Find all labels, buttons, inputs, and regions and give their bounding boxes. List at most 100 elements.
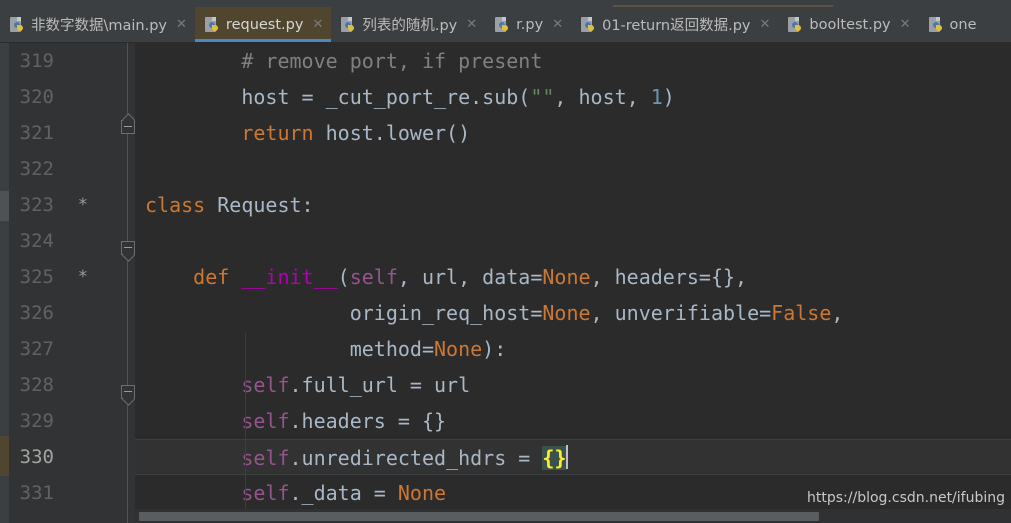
stripe-button-favorites[interactable] [0, 436, 9, 476]
line-number: 325 [19, 266, 54, 288]
code-editor[interactable]: 319 320 321 322 323 * 324 325 * 326 327 32… [0, 43, 1011, 523]
code-token-none: None [397, 481, 447, 505]
fold-marker-def-327[interactable] [121, 385, 135, 399]
fold-marker-end-321[interactable] [121, 120, 135, 134]
code-token: Request: [205, 193, 314, 217]
tab-label: request.py [225, 16, 304, 33]
line-number: 319 [19, 50, 54, 72]
close-icon[interactable]: ✕ [900, 18, 911, 31]
line-number: 331 [19, 482, 54, 504]
code-line-319: # remove port, if present [135, 43, 1011, 79]
tab-main-py[interactable]: 非数字数据\main.py ✕ [0, 7, 195, 42]
tab-request-py[interactable]: request.py ✕ [194, 7, 332, 42]
code-token: .full_url = url [289, 373, 471, 397]
code-line-328: self.full_url = url [135, 367, 1011, 403]
code-line-327: method=None): [135, 331, 1011, 367]
code-token-keyword: return [241, 121, 314, 145]
code-line-330-current: self.unredirected_hdrs = {} [135, 439, 1011, 475]
line-numbers: 319 320 321 322 323 * 324 325 * 326 327 32… [9, 43, 135, 511]
code-token-self: self [241, 373, 290, 397]
code-token-none: None [542, 265, 591, 289]
code-token: , unverifiable= [590, 301, 772, 325]
code-token-none: None [542, 301, 591, 325]
tab-label: booltest.py [809, 16, 891, 33]
code-token: ._data = [289, 481, 398, 505]
fold-marker-class-323[interactable] [121, 241, 135, 255]
close-icon[interactable]: ✕ [552, 18, 563, 31]
code-content[interactable]: # remove port, if present host = _cut_po… [135, 43, 1011, 523]
line-number: 321 [19, 122, 54, 144]
tab-row-above-sliver [0, 0, 1011, 7]
code-token-keyword: class [145, 193, 206, 217]
indent-guide [245, 333, 246, 523]
python-file-icon [581, 16, 596, 33]
line-number: 327 [19, 338, 54, 360]
close-icon[interactable]: ✕ [176, 18, 187, 31]
line-row: 322 [9, 151, 135, 187]
code-token-self: self [349, 265, 398, 289]
line-row: 328 [9, 367, 135, 403]
code-token: host.lower() [313, 121, 471, 145]
code-token-comment: # remove port, if present [145, 49, 543, 73]
tab-label: 01-return返回数据.py [602, 18, 751, 34]
code-line-323: class Request: [135, 187, 1011, 223]
code-token-string: "" [530, 85, 555, 109]
python-file-icon [10, 16, 25, 33]
code-line-325: def __init__(self, url, data=None, heade… [135, 259, 1011, 295]
code-token-self: self [241, 481, 290, 505]
code-token: ( [337, 265, 350, 289]
code-token: , headers={}, [590, 265, 748, 289]
stripe-button-structure[interactable] [0, 191, 9, 221]
code-token-dunder: __init__ [229, 265, 338, 289]
editor-tab-bar[interactable]: 非数字数据\main.py ✕ request.py ✕ 列表的随机.py ✕ [0, 7, 1011, 42]
tab-booltest-py[interactable]: booltest.py ✕ [778, 7, 918, 42]
code-line-326: origin_req_host=None, unverifiable=False… [135, 295, 1011, 331]
line-row: 321 [9, 115, 135, 151]
tab-one-py[interactable]: one [919, 7, 985, 42]
code-token: ): [482, 337, 507, 361]
line-row: 323 * [9, 187, 135, 223]
line-row: 325 * [9, 259, 135, 295]
code-token-keyword: def [193, 265, 230, 289]
tab-01-return-py[interactable]: 01-return返回数据.py ✕ [571, 7, 778, 42]
line-number: 324 [19, 230, 54, 252]
tab-label: r.py [516, 16, 544, 33]
code-token-none: None [434, 337, 483, 361]
code-token-number: 1 [650, 85, 663, 109]
line-row-current: 330 [9, 439, 135, 475]
line-number: 322 [19, 158, 54, 180]
line-number: 323 [19, 194, 54, 216]
code-token: , [831, 301, 844, 325]
tab-liebiao-py[interactable]: 列表的随机.py ✕ [331, 7, 485, 42]
scrollbar-thumb[interactable] [139, 512, 819, 521]
code-token-false: False [771, 301, 832, 325]
text-caret [566, 445, 569, 469]
code-token: , url, data= [397, 265, 543, 289]
line-number: 320 [19, 86, 54, 108]
code-line-320: host = _cut_port_re.sub("", host, 1) [135, 79, 1011, 115]
line-number: 328 [19, 374, 54, 396]
line-row: 324 [9, 223, 135, 259]
python-file-icon [788, 16, 803, 33]
python-file-icon [495, 16, 510, 33]
horizontal-scrollbar[interactable] [135, 509, 1011, 523]
matching-brace-highlight: {} [542, 446, 567, 470]
line-row: 320 [9, 79, 135, 115]
tab-r-py[interactable]: r.py ✕ [485, 7, 571, 42]
gutter-marker: * [77, 267, 88, 287]
line-number-gutter[interactable]: 319 320 321 322 323 * 324 325 * 326 327 32… [9, 43, 135, 523]
python-file-icon [928, 16, 944, 33]
tab-label: one [949, 16, 977, 33]
close-icon[interactable]: ✕ [760, 18, 771, 31]
close-icon[interactable]: ✕ [466, 18, 477, 31]
code-token: ) [662, 85, 675, 109]
tool-window-stripe[interactable] [0, 43, 9, 523]
code-line-321: return host.lower() [135, 115, 1011, 151]
line-number: 329 [19, 410, 54, 432]
gutter-marker: * [77, 195, 88, 215]
close-icon[interactable]: ✕ [312, 18, 323, 31]
